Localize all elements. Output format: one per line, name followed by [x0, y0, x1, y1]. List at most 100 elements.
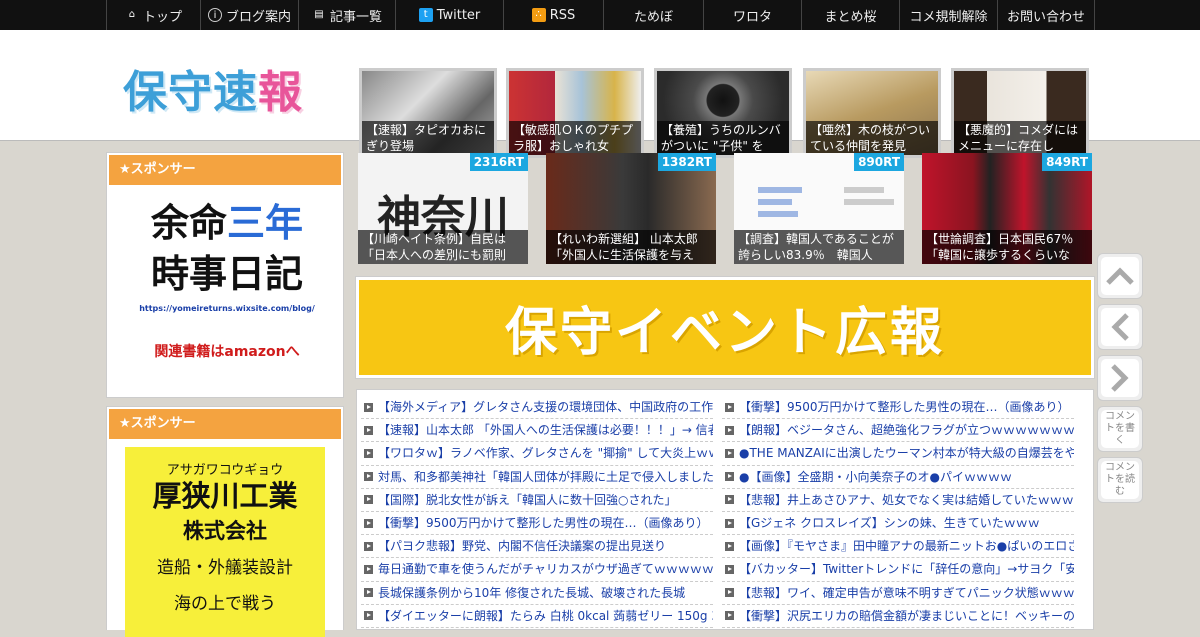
nav-rss[interactable]: ∴ RSS — [503, 0, 603, 30]
ranking-caption: 【世論調査】日本国民67％「韓国に譲歩するくらいな — [922, 230, 1092, 264]
bullet-arrow-icon — [364, 611, 373, 621]
article-list-item[interactable]: 【速報】山本太郎 「外国人への生活保護は必要！！！」→ 信者 — [361, 419, 713, 443]
ranking-item-4[interactable]: 849RT 【世論調査】日本国民67％「韓国に譲歩するくらいな — [922, 153, 1092, 264]
article-title: ●THE MANZAIに出演したウーマン村本が特大級の自爆芸をや — [739, 446, 1074, 461]
ranking-caption: 【れいわ新選組】 山本太郎「外国人に生活保護を与え — [546, 230, 716, 264]
article-list-item[interactable]: 長城保護条例から10年 修復された長城、破壊された長城 — [361, 582, 713, 605]
bullet-arrow-icon — [364, 402, 373, 412]
article-title: 【パヨク悲報】野党、内閣不信任決議案の提出見送り — [378, 539, 667, 554]
info-icon: i — [207, 8, 222, 22]
read-comments-button[interactable]: コメントを読む — [1097, 457, 1143, 503]
bullet-arrow-icon — [364, 472, 373, 482]
article-list-right: 【衝撃】9500万円かけて整形した男性の現在…（画像あり） 【朗報】ベジータさん、… — [722, 396, 1074, 628]
article-list-item[interactable]: 【衝撃】9500万円かけて整形した男性の現在…（画像あり） — [361, 512, 713, 536]
nav-contact[interactable]: お問い合わせ — [997, 0, 1095, 30]
article-list-item[interactable]: 【衝撃】9500万円かけて整形した男性の現在…（画像あり） — [722, 396, 1074, 420]
nav-matome-sakura[interactable]: まとめ桜 — [801, 0, 899, 30]
article-list-item[interactable]: 【ワロタｗ】ラノベ作家、グレタさんを "揶揄" して大炎上ｗｗｗ — [361, 442, 713, 466]
article-list-item[interactable]: 【画像】『モヤさま』田中瞳アナの最新ニットお●ぱいのエロさ — [722, 535, 1074, 559]
article-list-item[interactable]: 毎日通勤で車を使うんだがチャリカスがウザ過ぎてｗｗｗｗｗ — [361, 558, 713, 582]
nav-warota[interactable]: ワロタ — [703, 0, 801, 30]
twitter-icon: t — [418, 8, 433, 22]
write-comment-button[interactable]: コメントを書く — [1097, 406, 1143, 452]
article-title: 【衝撃】沢尻エリカの賠償金額が凄まじいことに！ベッキーの — [739, 608, 1074, 623]
next-page-button[interactable] — [1097, 355, 1143, 401]
article-title: 対馬、和多都美神社「韓国人団体が拝殿に土足で侵入しました — [378, 469, 713, 484]
header-thumb-4[interactable]: 【唖然】木の枝がついている仲間を発見 — [803, 68, 941, 158]
sponsor-box-2: ★スポンサー アサガワコウギョウ 厚狭川工業 株式会社 造船・外艤装設計 海の上… — [106, 406, 344, 637]
article-title: 【海外メディア】グレタさん支援の環境団体、中国政府の工作 — [378, 400, 713, 415]
home-icon: ⌂ — [128, 9, 136, 20]
bullet-arrow-icon — [725, 588, 734, 598]
bullet-arrow-icon — [364, 425, 373, 435]
bullet-arrow-icon — [364, 518, 373, 528]
ranking-caption: 【川崎ヘイト条例】自民は「日本人への差別にも罰則 — [358, 230, 528, 264]
thumb-caption: 【敏感肌ＯＫのプチプラ服】おしゃれ女 — [509, 121, 641, 155]
nav-blog-info[interactable]: i ブログ案内 — [200, 0, 298, 30]
article-list-item[interactable]: ●THE MANZAIに出演したウーマン村本が特大級の自爆芸をや — [722, 442, 1074, 466]
sponsor-ad-asagawa[interactable]: アサガワコウギョウ 厚狭川工業 株式会社 造船・外艤装設計 海の上で戦う — [125, 447, 325, 637]
retweet-count-badge: 2316RT — [469, 153, 528, 171]
ranking-caption: 【調査】韓国人であることが誇らしい83.9％ 韓国人 — [734, 230, 904, 264]
article-list-item[interactable]: 【Gジェネ クロスレイズ】シンの妹、生きていたｗｗｗ — [722, 512, 1074, 536]
previous-page-button[interactable] — [1097, 304, 1143, 350]
nav-tamebo[interactable]: ためぼ — [603, 0, 703, 30]
event-banner-text: 保守イベント広報 — [504, 303, 945, 363]
article-title: ●【画像】全盛期・小向美奈子のオ●パイｗｗｗｗ — [739, 469, 1012, 484]
sponsor-heading: ★スポンサー — [109, 409, 341, 439]
header-thumb-2[interactable]: 【敏感肌ＯＫのプチプラ服】おしゃれ女 — [506, 68, 644, 158]
bullet-arrow-icon — [364, 588, 373, 598]
article-list-item[interactable]: 【パヨク悲報】野党、内閣不信任決議案の提出見送り — [361, 535, 713, 559]
article-title: 【悲報】ワイ、確定申告が意味不明すぎてパニック状態ｗｗｗｗ — [739, 585, 1074, 600]
list-icon: ▤ — [314, 9, 324, 20]
sponsor-heading: ★スポンサー — [109, 155, 341, 185]
chevron-up-icon — [1101, 257, 1139, 295]
article-lists: 【海外メディア】グレタさん支援の環境団体、中国政府の工作 【速報】山本太郎 「外国… — [356, 389, 1094, 630]
article-list-item[interactable]: 【ダイエッターに朗報】たらみ 白桃 0kcal 蒟蒻ゼリー 150g 30個 — [361, 605, 713, 628]
bullet-arrow-icon — [364, 495, 373, 505]
article-list-item[interactable]: 【悲報】井上あさひアナ、処女でなく実は結婚していたｗｗｗ — [722, 489, 1074, 512]
nav-twitter[interactable]: t Twitter — [395, 0, 503, 30]
retweet-count-badge: 1382RT — [657, 153, 716, 171]
nav-items: ⌂ トップ i ブログ案内 ▤ 記事一覧 t Twitter ∴ RSS ためぼ ワロタ … — [106, 0, 1095, 30]
ranking-item-3[interactable]: 890RT 【調査】韓国人であることが誇らしい83.9％ 韓国人 — [734, 153, 904, 264]
article-title: 【朗報】ベジータさん、超絶強化フラグが立つｗｗｗｗｗｗｗ — [739, 423, 1074, 438]
article-list-left: 【海外メディア】グレタさん支援の環境団体、中国政府の工作 【速報】山本太郎 「外国… — [361, 396, 713, 628]
article-title: 【Gジェネ クロスレイズ】シンの妹、生きていたｗｗｗ — [739, 516, 1040, 531]
article-title: 【ダイエッターに朗報】たらみ 白桃 0kcal 蒟蒻ゼリー 150g 30個 — [378, 608, 713, 623]
article-list-item[interactable]: ●【画像】全盛期・小向美奈子のオ●パイｗｗｗｗ — [722, 466, 1074, 489]
nav-comment-unblock[interactable]: コメ規制解除 — [899, 0, 997, 30]
bullet-arrow-icon — [725, 495, 734, 505]
bullet-arrow-icon — [725, 518, 734, 528]
article-list-item[interactable]: 【バカッター】Twitterトレンドに「辞任の意向」→サヨク「安倍 — [722, 558, 1074, 582]
bullet-arrow-icon — [725, 541, 734, 551]
article-title: 【バカッター】Twitterトレンドに「辞任の意向」→サヨク「安倍 — [739, 562, 1074, 577]
site-logo[interactable]: 保守速報 — [123, 56, 303, 120]
article-title: 長城保護条例から10年 修復された長城、破壊された長城 — [378, 585, 686, 600]
nav-top[interactable]: ⌂ トップ — [106, 0, 200, 30]
article-list-item[interactable]: 【衝撃】沢尻エリカの賠償金額が凄まじいことに！ベッキーの — [722, 605, 1074, 628]
scroll-top-button[interactable] — [1097, 253, 1143, 299]
chevron-right-icon — [1101, 359, 1139, 397]
bullet-arrow-icon — [725, 611, 734, 621]
sponsor-ad-yomei[interactable]: 余命三年 時事日記 https://yomeireturns.wixsite.c… — [127, 198, 327, 388]
ranking-item-1[interactable]: 神奈川 2316RT 【川崎ヘイト条例】自民は「日本人への差別にも罰則 — [358, 153, 528, 264]
article-title: 【速報】山本太郎 「外国人への生活保護は必要！！！」→ 信者 — [378, 423, 713, 438]
article-list-item[interactable]: 【悲報】ワイ、確定申告が意味不明すぎてパニック状態ｗｗｗｗ — [722, 582, 1074, 605]
bullet-arrow-icon — [725, 448, 734, 458]
header-thumb-1[interactable]: 【速報】タピオカおにぎり登場 — [359, 68, 497, 158]
article-title: 【画像】『モヤさま』田中瞳アナの最新ニットお●ぱいのエロさ — [739, 539, 1074, 554]
bullet-arrow-icon — [725, 564, 734, 574]
article-list-item[interactable]: 対馬、和多都美神社「韓国人団体が拝殿に土足で侵入しました — [361, 466, 713, 489]
header-thumb-3[interactable]: 【養殖】うちのルンバがついに "子供" を — [654, 68, 792, 158]
article-list-item[interactable]: 【朗報】ベジータさん、超絶強化フラグが立つｗｗｗｗｗｗｗ — [722, 419, 1074, 443]
ranking-item-2[interactable]: 1382RT 【れいわ新選組】 山本太郎「外国人に生活保護を与え — [546, 153, 716, 264]
top-navigation: ⌂ トップ i ブログ案内 ▤ 記事一覧 t Twitter ∴ RSS ためぼ ワロタ … — [0, 0, 1200, 30]
rss-icon: ∴ — [531, 8, 546, 22]
article-list-item[interactable]: 【海外メディア】グレタさん支援の環境団体、中国政府の工作 — [361, 396, 713, 420]
event-banner[interactable]: 保守イベント広報 — [355, 276, 1095, 379]
article-list-item[interactable]: 【国際】脱北女性が訴え「韓国人に数十回強○された」 — [361, 489, 713, 512]
nav-article-list[interactable]: ▤ 記事一覧 — [298, 0, 395, 30]
header-thumb-5[interactable]: 【悪魔的】コメダにはメニューに存在し — [951, 68, 1089, 158]
thumb-caption: 【唖然】木の枝がついている仲間を発見 — [806, 121, 938, 155]
